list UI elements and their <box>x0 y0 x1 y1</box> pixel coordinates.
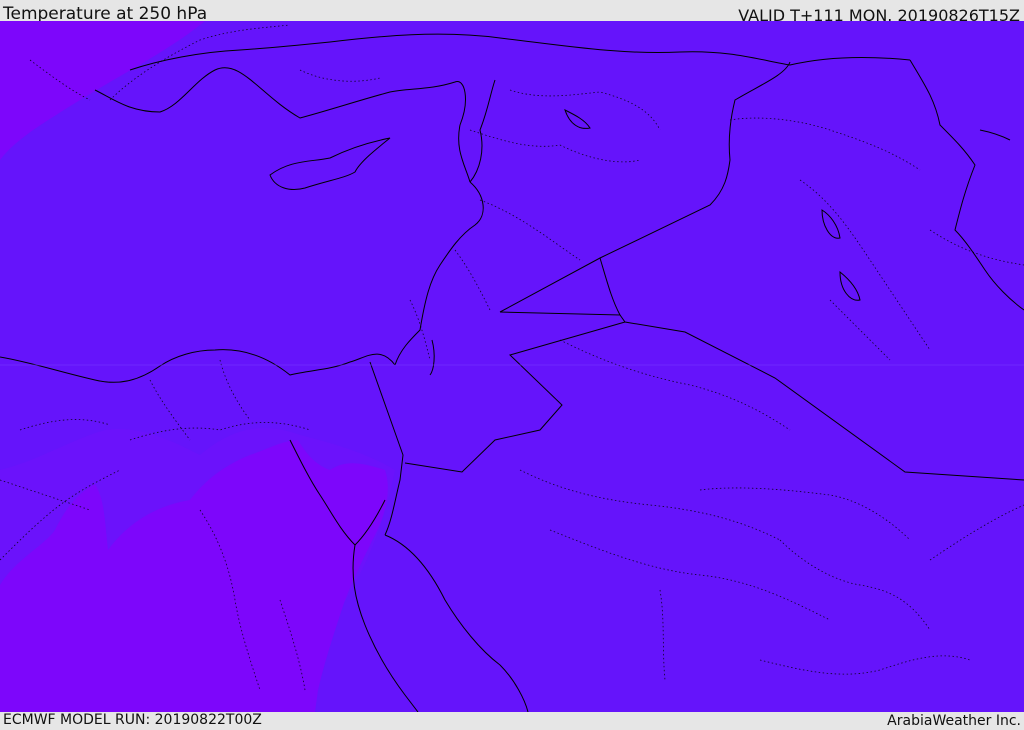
temperature-map[interactable] <box>0 21 1024 712</box>
footer-bar: ECMWF MODEL RUN: 20190822T00Z ArabiaWeat… <box>0 712 1024 729</box>
credit-label: ArabiaWeather Inc. <box>887 713 1021 729</box>
model-run-label: ECMWF MODEL RUN: 20190822T00Z <box>3 712 262 728</box>
header-bar: Temperature at 250 hPa VALID T+111 MON. … <box>0 0 1024 25</box>
map-canvas <box>0 21 1024 712</box>
